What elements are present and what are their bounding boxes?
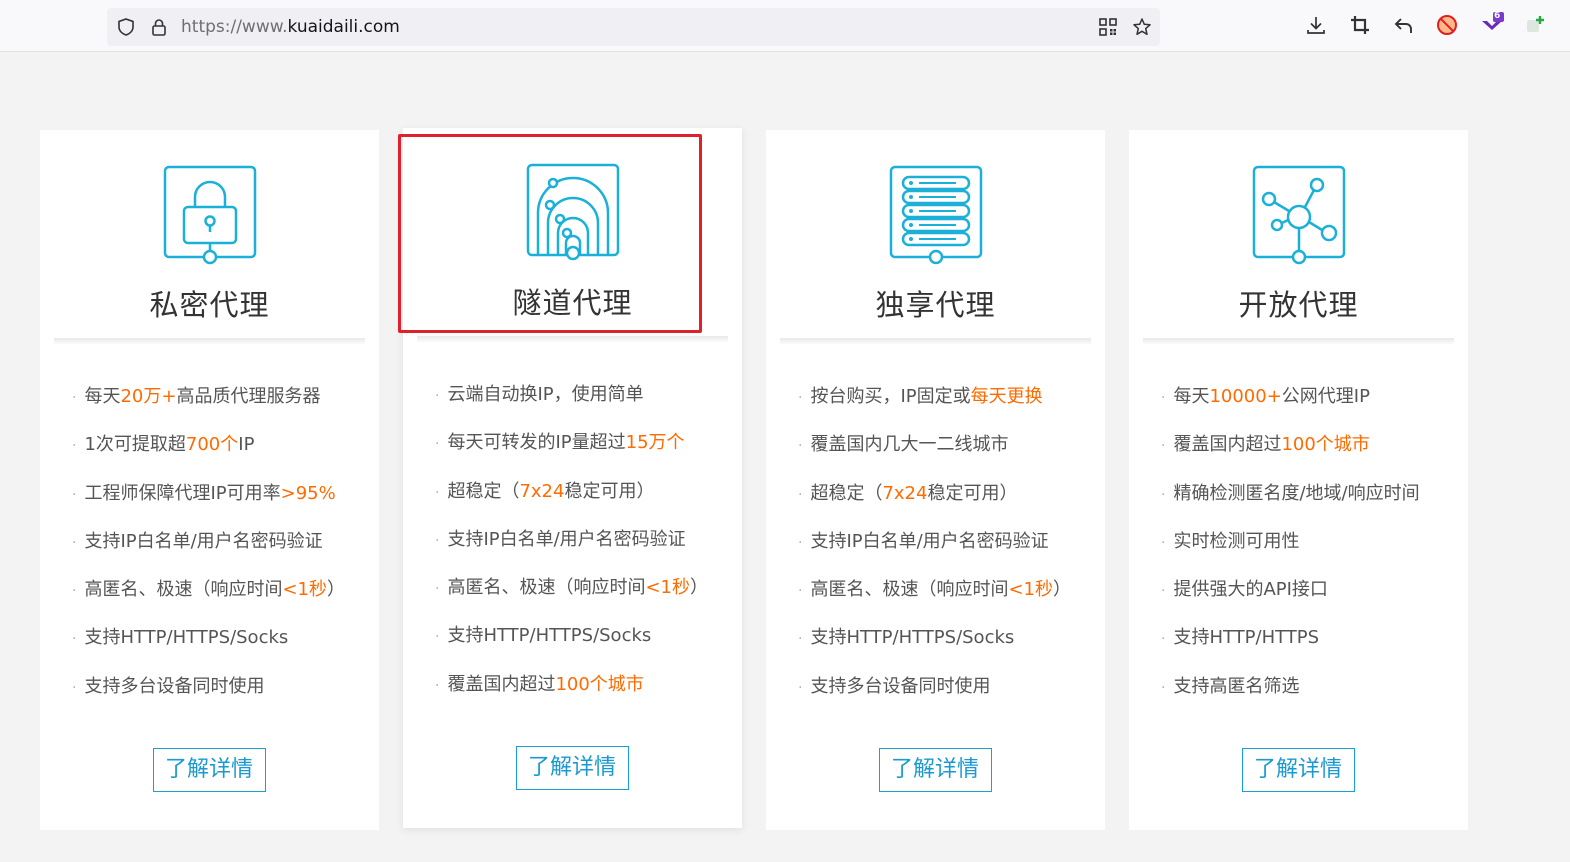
divider	[417, 336, 728, 342]
list-item: · 超稳定（7x24稳定可用）	[435, 480, 655, 502]
list-item: · 支持IP白名单/用户名密码验证	[435, 528, 686, 550]
list-item: · 高匿名、极速（响应时间<1秒）	[798, 579, 1071, 601]
add-extension-icon[interactable]	[1525, 14, 1547, 36]
extension-badge: 6	[1494, 11, 1501, 21]
star-icon[interactable]	[1132, 17, 1152, 37]
list-item: · 支持HTTP/HTTPS/Socks	[72, 627, 289, 649]
list-item: · 按台购买，IP固定或每天更换	[798, 386, 1043, 407]
list-item: · 实时检测可用性	[1161, 530, 1300, 552]
list-item: · 覆盖国内超过100个城市	[435, 673, 644, 695]
list-item: · 支持HTTP/HTTPS/Socks	[435, 625, 652, 647]
divider	[1143, 338, 1454, 344]
list-item: · 1次可提取超700个IP	[72, 434, 255, 456]
list-item: · 支持IP白名单/用户名密码验证	[798, 530, 1049, 552]
crop-icon[interactable]	[1349, 14, 1371, 36]
list-item: · 提供强大的API接口	[1161, 579, 1328, 601]
qr-code-icon[interactable]	[1098, 17, 1118, 37]
feature-list: · 每天10000+公网代理IP · 覆盖国内超过100个城市 · 精确检测匿名度/地…	[1161, 380, 1420, 718]
list-item: · 每天10000+公网代理IP	[1161, 386, 1370, 407]
card-open-proxy: 开放代理 · 每天10000+公网代理IP · 覆盖国内超过100个城市 · 精确检测…	[1129, 130, 1468, 830]
feature-list: · 按台购买，IP固定或每天更换 · 覆盖国内几大一二线城市 · 超稳定（7x24稳定…	[798, 380, 1071, 718]
download-icon[interactable]	[1305, 14, 1327, 36]
list-item: · 超稳定（7x24稳定可用）	[798, 482, 1018, 504]
padlock-icon	[160, 165, 260, 265]
list-item: · 支持多台设备同时使用	[798, 675, 991, 697]
list-item: · 覆盖国内几大一二线城市	[798, 434, 1009, 456]
blocked-icon[interactable]	[1436, 14, 1458, 36]
list-item: · 支持HTTP/HTTPS/Socks	[798, 627, 1015, 649]
list-item: · 云端自动换IP，使用简单	[435, 384, 644, 405]
address-bar[interactable]: https://www.kuaidaili.com	[107, 8, 1160, 46]
list-item: · 支持HTTP/HTTPS	[1161, 627, 1320, 649]
card-title: 开放代理	[1238, 288, 1359, 322]
lock-icon[interactable]	[149, 17, 169, 37]
list-item: · 支持多台设备同时使用	[72, 675, 265, 697]
card-title: 私密代理	[149, 288, 270, 322]
url-domain: kuaidaili.com	[287, 17, 400, 37]
list-item: · 精确检测匿名度/地域/响应时间	[1161, 482, 1420, 504]
feature-list: · 云端自动换IP，使用简单 · 每天可转发的IP量超过15万个 · 超稳定（7x24…	[435, 378, 708, 716]
divider	[54, 338, 365, 344]
tunnel-icon	[523, 163, 623, 263]
shield-icon[interactable]	[116, 17, 136, 37]
list-item: · 每天20万+高品质代理服务器	[72, 386, 321, 407]
card-private-proxy: 私密代理 · 每天20万+高品质代理服务器 · 1次可提取超700个IP · 工程师保…	[40, 130, 379, 830]
feature-list: · 每天20万+高品质代理服务器 · 1次可提取超700个IP · 工程师保障代理IP…	[72, 380, 345, 718]
list-item: · 每天可转发的IP量超过15万个	[435, 432, 685, 454]
extension-icon[interactable]: 6	[1480, 11, 1504, 34]
card-dedicated-proxy: 独享代理 · 按台购买，IP固定或每天更换 · 覆盖国内几大一二线城市 · 超稳定（7…	[766, 130, 1105, 830]
details-button[interactable]: 了解详情	[515, 746, 629, 790]
card-title: 独享代理	[875, 288, 996, 322]
browser-toolbar: https://www.kuaidaili.com 6	[0, 0, 1570, 52]
details-button[interactable]: 了解详情	[152, 748, 266, 792]
back-arrow-icon[interactable]	[1393, 14, 1415, 36]
details-button[interactable]: 了解详情	[1241, 748, 1355, 792]
network-nodes-icon	[1249, 165, 1349, 265]
server-icon	[886, 165, 986, 265]
list-item: · 高匿名、极速（响应时间<1秒）	[72, 579, 345, 601]
list-item: · 支持IP白名单/用户名密码验证	[72, 530, 323, 552]
url-text[interactable]: https://www.kuaidaili.com	[181, 8, 400, 46]
list-item: · 工程师保障代理IP可用率>95%	[72, 482, 336, 504]
details-button[interactable]: 了解详情	[878, 748, 992, 792]
list-item: · 覆盖国内超过100个城市	[1161, 434, 1370, 456]
url-prefix: https://www.	[181, 17, 288, 37]
list-item: · 高匿名、极速（响应时间<1秒）	[435, 577, 708, 599]
card-title: 隧道代理	[512, 286, 633, 320]
card-tunnel-proxy: 隧道代理 · 云端自动换IP，使用简单 · 每天可转发的IP量超过15万个 · 超稳定…	[403, 128, 742, 828]
divider	[780, 338, 1091, 344]
list-item: · 支持高匿名筛选	[1161, 675, 1300, 697]
